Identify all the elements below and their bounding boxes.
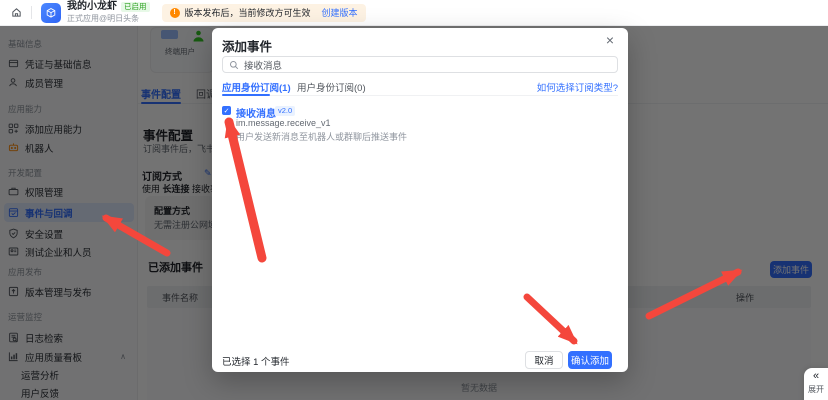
app-title: 我的小龙虾 [67,2,117,12]
search-icon [229,60,239,70]
cancel-button[interactable]: 取消 [525,351,563,369]
app-subtitle: 正式应用@明日头条 [67,15,150,23]
add-event-modal: 添加事件 × 应用身份订阅(1) 用户身份订阅(0) 如何选择订阅类型? ✓ 接… [212,28,628,372]
selected-count-text: 已选择 1 个事件 [222,354,290,368]
app-meta: 我的小龙虾 已启用 正式应用@明日头条 [67,2,150,23]
event-description: 用户发送新消息至机器人或群聊后推送事件 [236,130,407,143]
header-divider [31,6,32,19]
subscription-help-link[interactable]: 如何选择订阅类型? [537,80,618,94]
event-search-box [222,56,618,73]
create-version-link[interactable]: 创建版本 [322,6,358,19]
home-button[interactable] [7,4,25,22]
close-icon[interactable]: × [606,33,614,47]
tab-user-subscription[interactable]: 用户身份订阅(0) [297,80,366,94]
app-logo [41,3,61,23]
event-version-badge: v2.0 [275,106,295,116]
event-code: im.message.receive_v1 [236,118,331,128]
modal-active-tab-underline [222,94,270,96]
expand-panel-button[interactable]: « 展开 [804,368,828,400]
app-status-badge: 已启用 [121,2,150,12]
double-chevron-left-icon: « [804,371,828,382]
cube-icon [44,6,58,20]
top-header: 我的小龙虾 已启用 正式应用@明日头条 ! 版本发布后，当前修改方可生效 创建版… [0,0,828,26]
search-input[interactable] [244,59,611,70]
banner-text: 版本发布后，当前修改方可生效 [185,6,311,19]
tab-app-subscription[interactable]: 应用身份订阅(1) [222,80,291,94]
app-window: 我的小龙虾 已启用 正式应用@明日头条 ! 版本发布后，当前修改方可生效 创建版… [0,0,828,400]
confirm-add-button[interactable]: 确认添加 [568,351,612,369]
warning-icon: ! [170,8,180,18]
expand-label: 展开 [804,384,828,395]
version-warning-banner: ! 版本发布后，当前修改方可生效 创建版本 [162,4,366,22]
checkbox-checked[interactable]: ✓ [222,106,231,115]
modal-title: 添加事件 [222,36,272,55]
home-icon [11,7,22,18]
